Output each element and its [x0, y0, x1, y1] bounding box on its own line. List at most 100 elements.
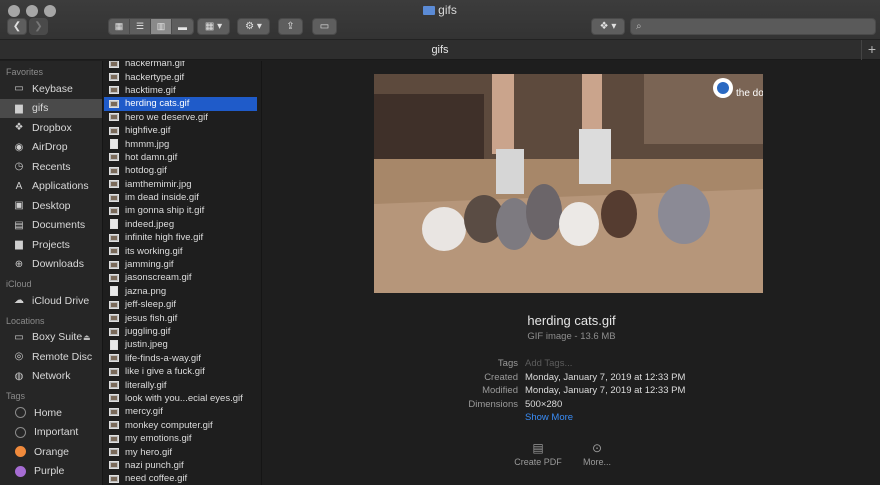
icon-view-button[interactable]: ▦	[109, 19, 130, 34]
list-view-button[interactable]: ☰	[130, 19, 151, 34]
file-list-item[interactable]: iamthemimir.jpg	[104, 178, 261, 191]
edit-tags-button[interactable]: ▭	[312, 18, 337, 35]
file-list-item[interactable]: jasonscream.gif	[104, 271, 261, 284]
sidebar-heading: Favorites	[6, 67, 44, 77]
file-name: iamthemimir.jpg	[125, 178, 192, 190]
new-tab-button[interactable]: +	[868, 41, 876, 57]
image-file-icon	[109, 73, 119, 82]
meta-row-tags: Tags Add Tags...	[413, 358, 833, 372]
grid-icon: ▦	[114, 21, 124, 31]
sidebar-item-keybase[interactable]: ▭ Keybase	[0, 79, 102, 99]
airdrop-icon: ◉	[14, 141, 24, 153]
sidebar-item-boxy-suite[interactable]: ▭ Boxy Suite ⏏	[0, 328, 102, 348]
file-list-item[interactable]: herding cats.gif	[104, 97, 257, 111]
file-list-item[interactable]: life-finds-a-way.gif	[104, 352, 261, 365]
list-icon: ☰	[135, 21, 145, 31]
image-file-icon	[109, 273, 119, 282]
file-list-item[interactable]: its working.gif	[104, 244, 261, 257]
file-list-item[interactable]: mercy.gif	[104, 405, 261, 418]
file-list-item[interactable]: literally.gif	[104, 378, 261, 391]
file-list-item[interactable]: indeed.jpeg	[104, 218, 261, 231]
gallery-icon: ▬	[178, 21, 187, 32]
image-file-icon	[109, 461, 119, 470]
add-tags-field[interactable]: Add Tags...	[525, 358, 572, 372]
file-list-item[interactable]: jamming.gif	[104, 258, 261, 271]
show-more-link[interactable]: Show More	[525, 412, 573, 426]
file-list-item[interactable]: hackertype.gif	[104, 70, 261, 83]
share-button[interactable]: ⇪	[278, 18, 303, 35]
file-list-item[interactable]: nazi punch.gif	[104, 459, 261, 472]
eject-icon[interactable]: ⏏	[83, 333, 91, 342]
preview-pane: the dodo herding cats.gif GIF image - 13…	[263, 61, 880, 485]
column-view-button[interactable]: ▥	[151, 19, 172, 34]
sidebar-item-dropbox[interactable]: ❖ Dropbox	[0, 118, 102, 138]
sidebar-item-remote-disc[interactable]: ◎ Remote Disc	[0, 347, 102, 367]
sidebar-item-network[interactable]: ◍ Network	[0, 367, 102, 387]
file-list-item[interactable]: justin.jpeg	[104, 338, 261, 351]
image-file-icon	[109, 113, 119, 122]
sidebar-item-downloads[interactable]: ⊕ Downloads	[0, 255, 102, 275]
file-list-item[interactable]: jazna.png	[104, 285, 261, 298]
image-file-icon	[109, 394, 119, 403]
gallery-view-button[interactable]: ▬	[172, 19, 193, 34]
sidebar-item-desktop[interactable]: ▣ Desktop	[0, 196, 102, 216]
file-list-item[interactable]: hot damn.gif	[104, 151, 261, 164]
file-list-item[interactable]: hackerman.gif	[104, 61, 261, 70]
file-list-item[interactable]: monkey computer.gif	[104, 419, 261, 432]
document-file-icon	[110, 286, 118, 297]
sidebar-item-tag-important[interactable]: Important	[0, 423, 102, 443]
file-list-item[interactable]: like i give a fuck.gif	[104, 365, 261, 378]
dropbox-button[interactable]: ❖ ▾	[591, 18, 625, 35]
columns-icon: ▥	[156, 21, 166, 31]
file-list-item[interactable]: hacktime.gif	[104, 84, 261, 97]
group-by-button[interactable]: ▦ ▾	[197, 18, 230, 35]
more-button[interactable]: ⊙ More...	[562, 441, 632, 467]
file-list-item[interactable]: jesus fish.gif	[104, 311, 261, 324]
search-field[interactable]: ⌕	[630, 18, 876, 35]
sidebar-item-tag-purple[interactable]: Purple	[0, 462, 102, 482]
file-list-item[interactable]: look with you...ecial eyes.gif	[104, 392, 261, 405]
sidebar-item-gifs[interactable]: ▆ gifs	[0, 98, 102, 118]
sidebar-item-projects[interactable]: ▆ Projects	[0, 235, 102, 255]
sidebar-item-tag-orange[interactable]: Orange	[0, 442, 102, 462]
meta-key: Created	[484, 371, 518, 383]
tag-dot-icon	[15, 465, 26, 477]
file-list-item[interactable]: juggling.gif	[104, 325, 261, 338]
sidebar-item-applications[interactable]: A Applications	[0, 177, 102, 197]
back-button[interactable]: ❮	[7, 18, 27, 35]
forward-button[interactable]: ❯	[29, 18, 48, 35]
file-name: nazi punch.gif	[125, 459, 184, 471]
sidebar-item-documents[interactable]: ▤ Documents	[0, 216, 102, 236]
file-list-item[interactable]: hotdog.gif	[104, 164, 261, 177]
file-name: hacktime.gif	[125, 84, 176, 96]
file-list-item[interactable]: highfive.gif	[104, 124, 261, 137]
image-file-icon	[109, 99, 119, 108]
document-file-icon	[110, 219, 118, 230]
drive-icon: ▭	[14, 83, 24, 95]
image-file-icon	[109, 260, 119, 269]
image-file-icon	[109, 300, 119, 309]
file-list-item[interactable]: my hero.gif	[104, 445, 261, 458]
file-list-item[interactable]: im dead inside.gif	[104, 191, 261, 204]
sidebar-item-tag-home[interactable]: Home	[0, 403, 102, 423]
disc-icon: ◎	[14, 351, 24, 363]
view-mode-control[interactable]: ▦ ☰ ▥ ▬	[108, 18, 194, 35]
document-file-icon	[110, 339, 118, 350]
meta-value: 500×280	[525, 398, 563, 410]
file-name: hero we deserve.gif	[125, 111, 208, 123]
sidebar-item-icloud-drive[interactable]: ☁ iCloud Drive	[0, 291, 102, 311]
sidebar-item-airdrop[interactable]: ◉ AirDrop	[0, 138, 102, 158]
file-list-item[interactable]: hmmm.jpg	[104, 137, 261, 150]
file-name: hmmm.jpg	[125, 138, 170, 150]
file-list-item[interactable]: need coffee.gif	[104, 472, 261, 485]
globe-icon: ◍	[14, 370, 24, 382]
file-list-item[interactable]: infinite high five.gif	[104, 231, 261, 244]
sidebar-item-recents[interactable]: ◷ Recents	[0, 157, 102, 177]
file-list-item[interactable]: my emotions.gif	[104, 432, 261, 445]
file-name: hotdog.gif	[125, 165, 167, 177]
file-list-item[interactable]: hero we deserve.gif	[104, 111, 261, 124]
action-menu-button[interactable]: ⚙ ▾	[237, 18, 270, 35]
meta-key: Tags	[497, 358, 518, 369]
file-list-item[interactable]: im gonna ship it.gif	[104, 204, 261, 217]
file-list-item[interactable]: jeff-sleep.gif	[104, 298, 261, 311]
